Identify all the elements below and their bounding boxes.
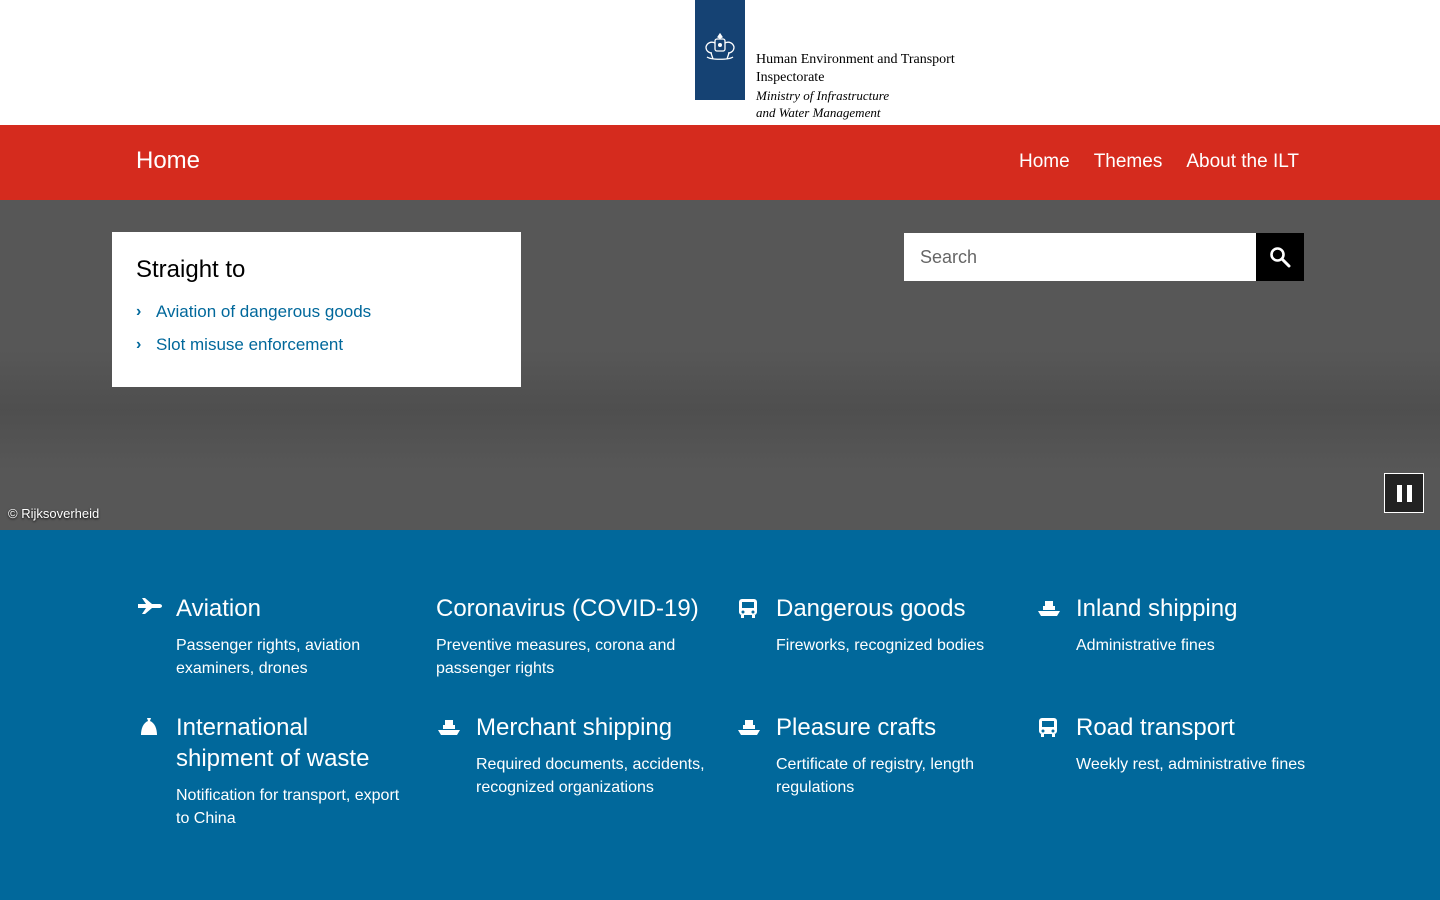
nav-link-home[interactable]: Home [1019, 151, 1070, 173]
search-button[interactable] [1256, 233, 1304, 281]
pause-icon [1396, 484, 1402, 502]
main-navigation-bar: Home Home Themes About the ILT [0, 125, 1440, 200]
theme-description: Passenger rights, aviation examiners, dr… [176, 637, 361, 677]
theme-title[interactable]: International shipment of waste [176, 712, 406, 774]
theme-dangerous-goods[interactable]: Dangerous goods Fireworks, recognized bo… [736, 593, 1006, 657]
straight-to-title: Straight to [136, 256, 246, 283]
chevron-right-icon: › [136, 303, 142, 320]
theme-title[interactable]: Inland shipping [1076, 593, 1306, 624]
theme-title[interactable]: Coronavirus (COVID-19) [436, 593, 706, 624]
hero-banner: Straight to › Aviation of dangerous good… [0, 200, 1440, 530]
truck-icon [1039, 718, 1057, 737]
organisation-name: Human Environment and Transport Inspecto… [756, 51, 1016, 121]
org-name-line-1: Human Environment and Transport [756, 52, 955, 67]
coat-of-arms-icon [705, 32, 735, 60]
nav-link-about[interactable]: About the ILT [1186, 151, 1299, 173]
page-title: Home [136, 147, 201, 174]
theme-aviation[interactable]: Aviation Passenger rights, aviation exam… [136, 593, 406, 680]
theme-road-transport[interactable]: Road transport Weekly rest, administrati… [1036, 712, 1306, 776]
pause-icon [1406, 484, 1412, 502]
straight-to-panel: Straight to › Aviation of dangerous good… [112, 232, 521, 387]
search-form [904, 233, 1304, 281]
logo[interactable] [695, 0, 745, 100]
waste-bag-icon [141, 718, 157, 735]
chevron-right-icon: › [136, 336, 142, 353]
theme-description: Fireworks, recognized bodies [776, 637, 985, 654]
theme-description: Weekly rest, administrative fines [1076, 756, 1306, 773]
truck-icon [739, 599, 757, 618]
image-credit: © Rijksoverheid [8, 506, 100, 521]
nav-link-themes[interactable]: Themes [1094, 151, 1163, 173]
theme-inland-shipping[interactable]: Inland shipping Administrative fines [1036, 593, 1306, 657]
theme-title[interactable]: Road transport [1076, 712, 1306, 743]
theme-merchant-shipping[interactable]: Merchant shipping Required documents, ac… [436, 712, 706, 799]
theme-title[interactable]: Aviation [176, 593, 406, 624]
nav-links: Home Themes About the ILT [1019, 151, 1299, 173]
search-icon [1270, 247, 1291, 268]
straight-to-link[interactable]: Aviation of dangerous goods [156, 302, 371, 322]
ministry-line-1: Ministry of Infrastructure [756, 88, 890, 103]
straight-to-item-slot-misuse[interactable]: › Slot misuse enforcement [136, 335, 497, 355]
theme-description: Certificate of registry, length regulati… [776, 756, 975, 796]
theme-international-shipment-of-waste[interactable]: International shipment of waste Notifica… [136, 712, 406, 830]
org-name-line-2: Inspectorate [756, 70, 825, 85]
pause-slideshow-button[interactable] [1384, 473, 1424, 513]
airplane-icon [138, 598, 162, 614]
ministry-line-2: and Water Management [756, 105, 881, 120]
theme-title[interactable]: Dangerous goods [776, 593, 1006, 624]
theme-description: Notification for transport, export to Ch… [176, 787, 400, 827]
theme-description: Administrative fines [1076, 637, 1215, 654]
straight-to-link[interactable]: Slot misuse enforcement [156, 335, 343, 355]
search-input[interactable] [904, 233, 1256, 281]
ship-icon [738, 720, 760, 735]
theme-title[interactable]: Pleasure crafts [776, 712, 1006, 743]
site-header: Human Environment and Transport Inspecto… [0, 0, 1440, 125]
theme-title[interactable]: Merchant shipping [476, 712, 706, 743]
ship-icon [1038, 601, 1060, 616]
theme-coronavirus[interactable]: Coronavirus (COVID-19) Preventive measur… [436, 593, 706, 680]
theme-description: Preventive measures, corona and passenge… [436, 637, 676, 677]
ship-icon [438, 720, 460, 735]
themes-section: Aviation Passenger rights, aviation exam… [0, 530, 1440, 900]
straight-to-item-aviation-dangerous-goods[interactable]: › Aviation of dangerous goods [136, 302, 497, 322]
theme-pleasure-crafts[interactable]: Pleasure crafts Certificate of registry,… [736, 712, 1006, 799]
theme-description: Required documents, accidents, recognize… [476, 756, 705, 796]
